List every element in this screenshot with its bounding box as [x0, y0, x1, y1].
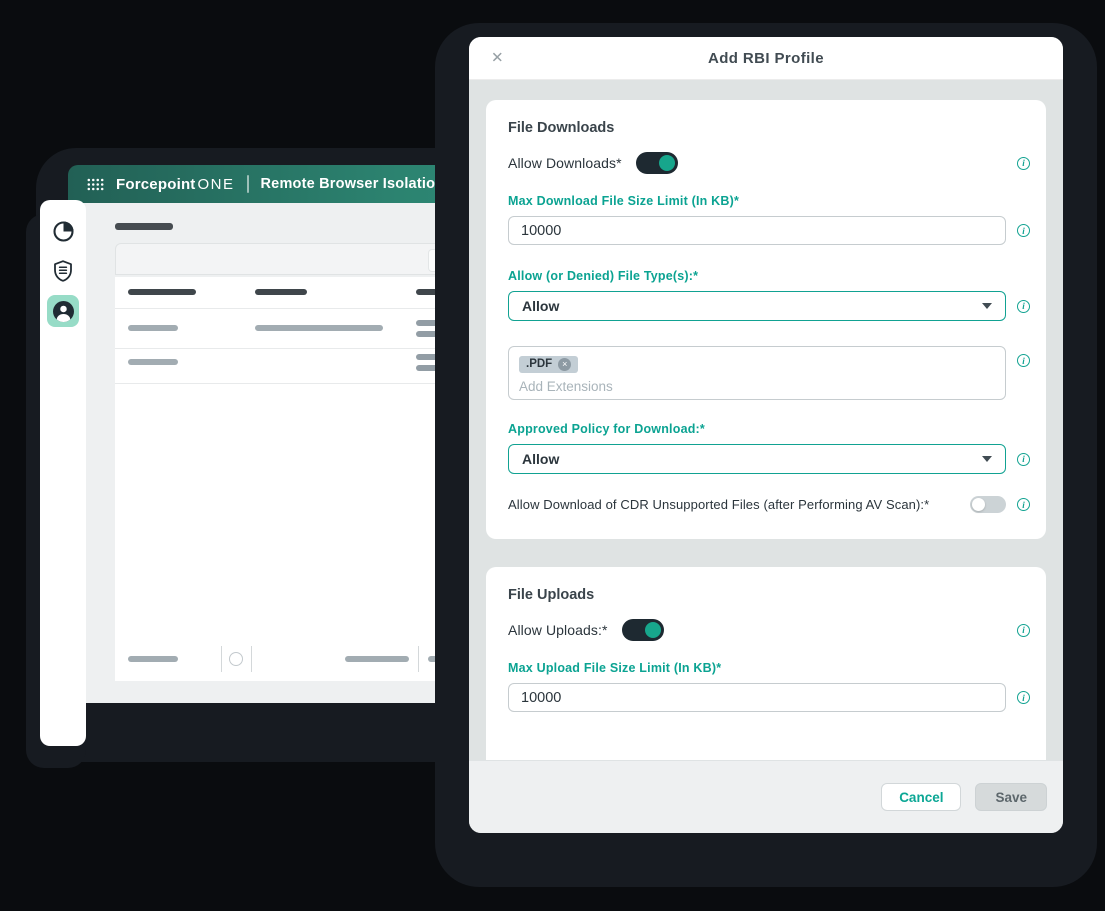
extensions-placeholder: Add Extensions [519, 379, 995, 394]
product-title: Remote Browser Isolation [261, 176, 445, 192]
section-title-file-uploads: File Uploads [508, 587, 1030, 603]
skeleton-cell [128, 359, 178, 365]
chevron-down-icon [982, 456, 992, 462]
file-uploads-card: File Uploads Allow Uploads:* i Max Uploa… [486, 567, 1046, 760]
max-upload-size-row: i [508, 683, 1030, 712]
cdr-unsupported-label: Allow Download of CDR Unsupported Files … [508, 497, 929, 512]
info-icon[interactable]: i [1017, 157, 1030, 170]
info-icon[interactable]: i [1017, 224, 1030, 237]
skeleton-column-header [255, 289, 307, 295]
cdr-unsupported-row: Allow Download of CDR Unsupported Files … [508, 496, 1030, 513]
approved-policy-select[interactable]: Allow [508, 444, 1006, 474]
skeleton-page-title [115, 223, 173, 230]
skeleton-pagination-label [128, 656, 178, 662]
sidebar-item-users[interactable] [47, 295, 79, 327]
apps-grid-icon[interactable] [87, 178, 104, 191]
allow-downloads-row: Allow Downloads* i [508, 152, 1030, 174]
skeleton-cell [255, 325, 383, 331]
skeleton-cell [128, 325, 178, 331]
info-icon[interactable]: i [1017, 498, 1030, 511]
pagination-divider [418, 646, 419, 672]
sidebar-nav [40, 200, 86, 746]
approved-policy-label: Approved Policy for Download:* [508, 422, 1030, 436]
info-icon[interactable]: i [1017, 453, 1030, 466]
sidebar-item-dashboard[interactable] [47, 215, 79, 247]
allow-uploads-toggle[interactable] [622, 619, 664, 641]
close-icon[interactable]: ✕ [491, 51, 504, 66]
file-types-label: Allow (or Denied) File Type(s):* [508, 269, 1030, 283]
max-upload-size-label: Max Upload File Size Limit (In KB)* [508, 661, 1030, 675]
max-download-size-input[interactable] [508, 216, 1006, 245]
file-downloads-card: File Downloads Allow Downloads* i Max Do… [486, 100, 1046, 539]
approved-policy-row: Allow i [508, 444, 1030, 474]
extension-chip-label: .PDF [526, 358, 552, 370]
extensions-input[interactable]: .PDF × Add Extensions [508, 346, 1006, 400]
sidebar-item-policies[interactable] [47, 255, 79, 287]
skeleton-column-header [128, 289, 196, 295]
forcepoint-logo: ForcepointONE [116, 176, 235, 193]
pie-chart-icon [52, 220, 75, 243]
info-icon[interactable]: i [1017, 624, 1030, 637]
add-rbi-profile-modal: ✕ Add RBI Profile File Downloads Allow D… [469, 37, 1063, 833]
max-download-size-label: Max Download File Size Limit (In KB)* [508, 194, 1030, 208]
header-divider [247, 175, 249, 193]
toggle-knob [659, 155, 675, 171]
modal-footer: Cancel Save [469, 760, 1063, 833]
extension-chip: .PDF × [519, 356, 578, 373]
file-types-selected-value: Allow [522, 298, 559, 314]
save-button[interactable]: Save [975, 783, 1047, 811]
modal-body: File Downloads Allow Downloads* i Max Do… [469, 80, 1063, 760]
allow-downloads-label: Allow Downloads* [508, 155, 622, 171]
skeleton-pagination-label [345, 656, 409, 662]
toggle-knob [645, 622, 661, 638]
page-background: ForcepointONE Remote Browser Isolation [0, 0, 1105, 911]
max-download-size-row: i [508, 216, 1030, 245]
chevron-down-icon [982, 303, 992, 309]
cdr-unsupported-toggle[interactable] [970, 496, 1006, 513]
info-icon[interactable]: i [1017, 354, 1030, 367]
pagination-divider [221, 646, 222, 672]
modal-title: Add RBI Profile [708, 50, 824, 67]
info-icon[interactable]: i [1017, 691, 1030, 704]
pagination-divider [251, 646, 252, 672]
toggle-knob [972, 498, 985, 511]
allow-uploads-row: Allow Uploads:* i [508, 619, 1030, 641]
pagination-page-button[interactable] [229, 652, 243, 666]
cancel-button[interactable]: Cancel [881, 783, 961, 811]
remove-chip-icon[interactable]: × [558, 358, 571, 371]
info-icon[interactable]: i [1017, 300, 1030, 313]
modal-header: ✕ Add RBI Profile [469, 37, 1063, 80]
user-icon [53, 301, 74, 322]
file-types-row: Allow i [508, 291, 1030, 321]
allow-uploads-label: Allow Uploads:* [508, 622, 608, 638]
allow-downloads-toggle[interactable] [636, 152, 678, 174]
extensions-row: .PDF × Add Extensions i [508, 321, 1030, 400]
file-types-select[interactable]: Allow [508, 291, 1006, 321]
shield-icon [53, 260, 73, 282]
max-upload-size-input[interactable] [508, 683, 1006, 712]
approved-policy-selected-value: Allow [522, 451, 559, 467]
section-title-file-downloads: File Downloads [508, 120, 1030, 136]
